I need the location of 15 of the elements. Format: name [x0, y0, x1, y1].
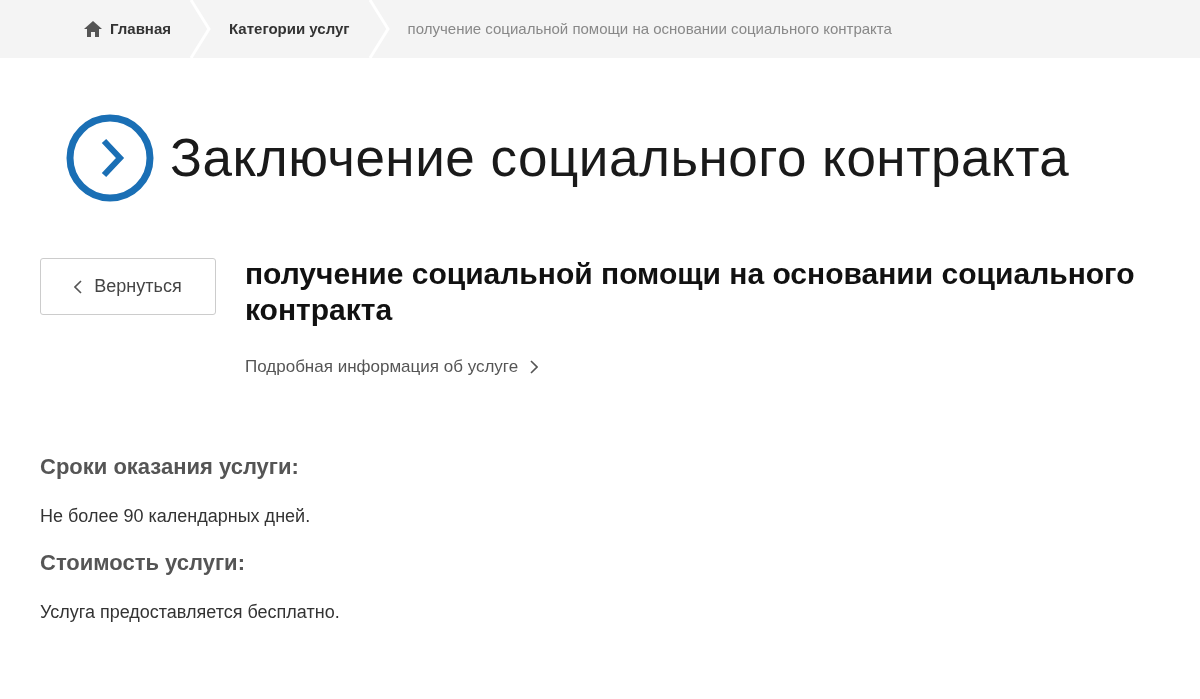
section-heading: Стоимость услуги: [40, 548, 246, 577]
breadcrumb-current: получение социальной помощи на основании социального контракта [407, 18, 892, 39]
home-icon [84, 21, 102, 37]
back-button[interactable]: Вернуться [40, 258, 216, 315]
details-link[interactable]: Подробная информация об услуге [245, 354, 1165, 380]
breadcrumb-link[interactable]: Категории услуг [229, 17, 350, 41]
page-title: Заключение социального контракта [170, 127, 1070, 190]
section-heading: Сроки оказания услуги: [40, 452, 300, 481]
service-name: получение социальной помощи на основании социального контракта [245, 256, 1136, 328]
section-text: Услуга предоставляется бесплатно. [40, 600, 341, 624]
breadcrumb-link[interactable]: Главная [84, 17, 171, 41]
chevron-left-icon [74, 279, 83, 294]
chevron-circle-icon [66, 114, 154, 202]
section-text: Не более 90 календарных дней. [40, 504, 312, 528]
chevron-right-icon [530, 359, 539, 374]
